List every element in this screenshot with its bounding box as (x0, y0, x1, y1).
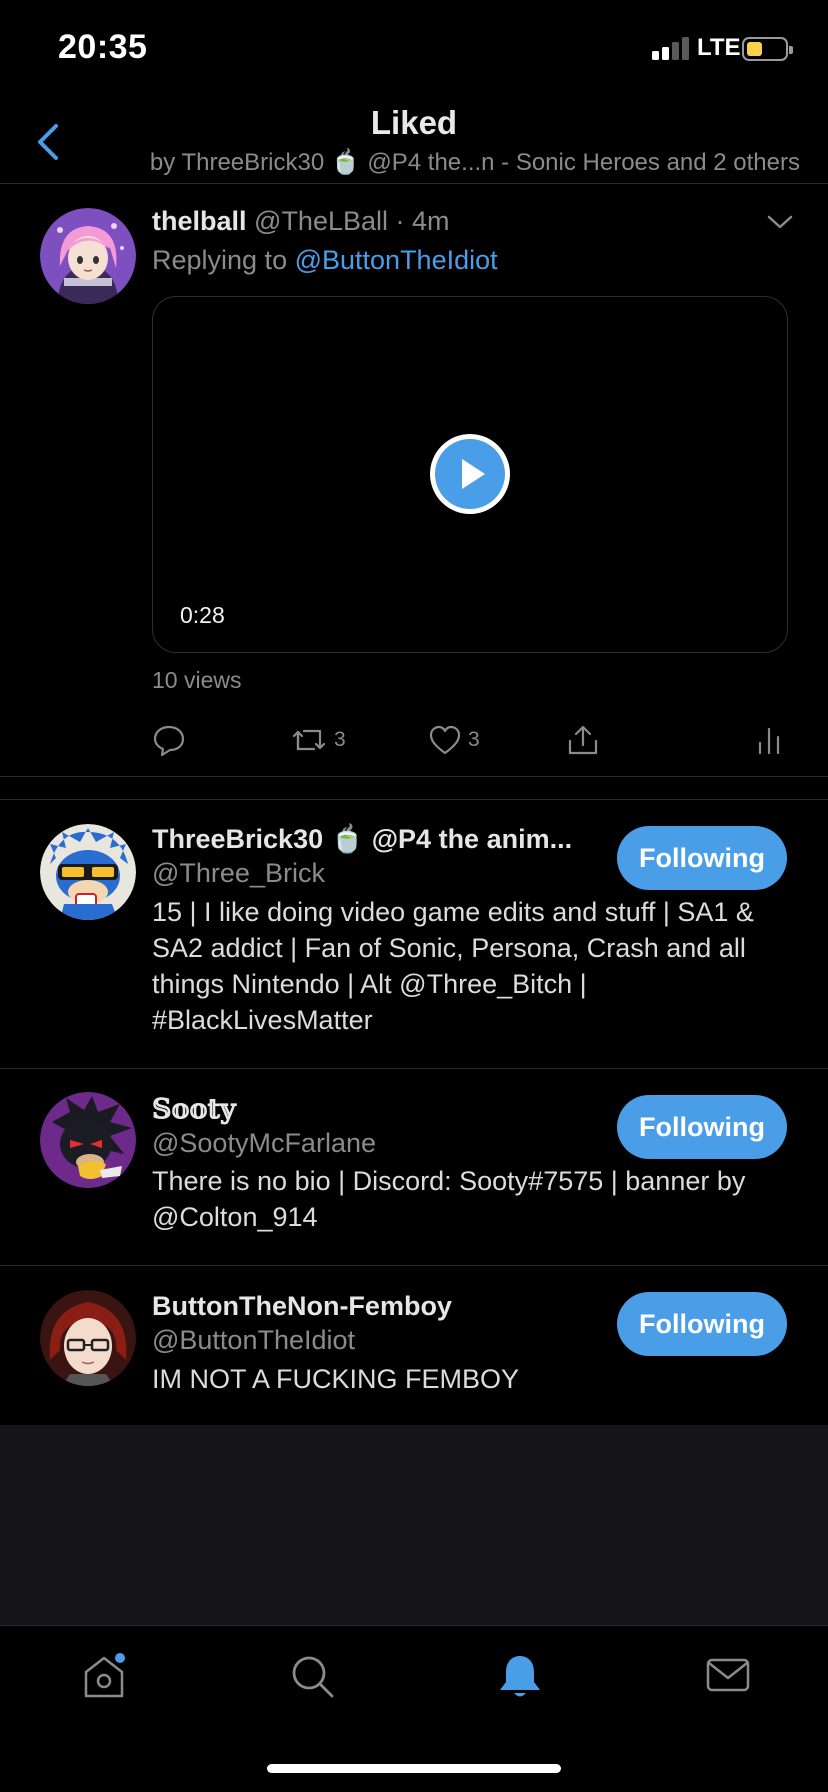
retweet-count: 3 (334, 728, 346, 751)
section-separator (0, 776, 828, 800)
home-icon (84, 1653, 125, 1698)
user-handle: @Three_Brick (152, 858, 325, 888)
page-subtitle: by ThreeBrick30 🍵 @P4 the...n - Sonic He… (149, 149, 800, 176)
status-time: 20:35 (58, 28, 148, 66)
avatar-image (40, 208, 136, 304)
retweet-button[interactable]: 3 (290, 720, 346, 760)
row-divider (0, 1068, 828, 1069)
avatar-image (40, 824, 136, 920)
view-count: 10 views (152, 667, 242, 693)
avatar-image (40, 1092, 136, 1188)
reply-icon (153, 725, 185, 757)
share-button[interactable] (566, 720, 600, 760)
notifications-icon (500, 1656, 540, 1697)
replying-to-line: Replying to @ButtonTheIdiot (152, 245, 498, 276)
user-avatar[interactable] (40, 1290, 136, 1386)
analytics-icon (758, 727, 780, 755)
tab-home[interactable] (76, 1648, 132, 1704)
replying-prefix: Replying to (152, 245, 295, 275)
user-bio: IM NOT A FUCKING FEMBOY (152, 1364, 520, 1394)
following-button[interactable]: Following (617, 1095, 787, 1159)
heart-icon (429, 725, 461, 755)
following-button[interactable]: Following (617, 826, 787, 890)
user-handle: @ButtonTheIdiot (152, 1325, 356, 1355)
like-button[interactable]: 3 (428, 720, 480, 760)
app-screen: 20:35 LTE Liked by ThreeBrick30 🍵 @P4 th… (0, 0, 828, 1792)
reply-to-link[interactable]: @ButtonTheIdiot (295, 245, 498, 275)
network-label: LTE (697, 34, 741, 61)
page-title: Liked (370, 104, 458, 141)
tweet-handle-time: @TheLBall · 4m (254, 206, 450, 236)
user-bio: There is no bio | Discord: Sooty#7575 | … (152, 1166, 746, 1232)
tweet-menu-button[interactable] (765, 212, 795, 232)
row-divider (0, 1265, 828, 1266)
play-button[interactable] (430, 434, 510, 514)
share-icon (568, 725, 598, 755)
user-avatar[interactable] (40, 824, 136, 920)
signal-icon (652, 36, 689, 60)
user-display-name[interactable]: ThreeBrick30 🍵 @P4 the anim... (152, 823, 572, 855)
user-bio: 15 | I like doing video game edits and s… (152, 897, 754, 1035)
user-avatar[interactable] (40, 1092, 136, 1188)
retweet-icon (292, 729, 326, 751)
tab-notifications[interactable] (492, 1648, 548, 1704)
avatar-image (40, 1290, 136, 1386)
empty-list-area (0, 1425, 828, 1625)
battery-icon (742, 37, 793, 61)
tweet-display-name[interactable]: thelball (152, 206, 247, 236)
messages-icon (706, 1658, 750, 1692)
user-display-name[interactable]: 𝕊𝕠𝕠𝕥𝕪 (152, 1094, 236, 1125)
home-indicator[interactable] (267, 1764, 561, 1773)
analytics-button[interactable] (756, 720, 782, 760)
tab-search[interactable] (284, 1648, 340, 1704)
user-display-name[interactable]: ButtonTheNon-Femboy (152, 1291, 452, 1322)
search-icon (292, 1656, 334, 1698)
header-divider (0, 183, 828, 184)
tweet-author-line[interactable]: thelball @TheLBall · 4m (152, 206, 450, 237)
reply-button[interactable] (152, 720, 186, 760)
user-handle: @SootyMcFarlane (152, 1128, 376, 1158)
video-duration: 0:28 (180, 602, 225, 628)
tab-messages[interactable] (700, 1648, 756, 1704)
following-button[interactable]: Following (617, 1292, 787, 1356)
chevron-down-icon (767, 215, 793, 229)
play-icon (462, 459, 485, 489)
tweet-avatar[interactable] (40, 208, 136, 304)
like-count: 3 (468, 728, 480, 751)
